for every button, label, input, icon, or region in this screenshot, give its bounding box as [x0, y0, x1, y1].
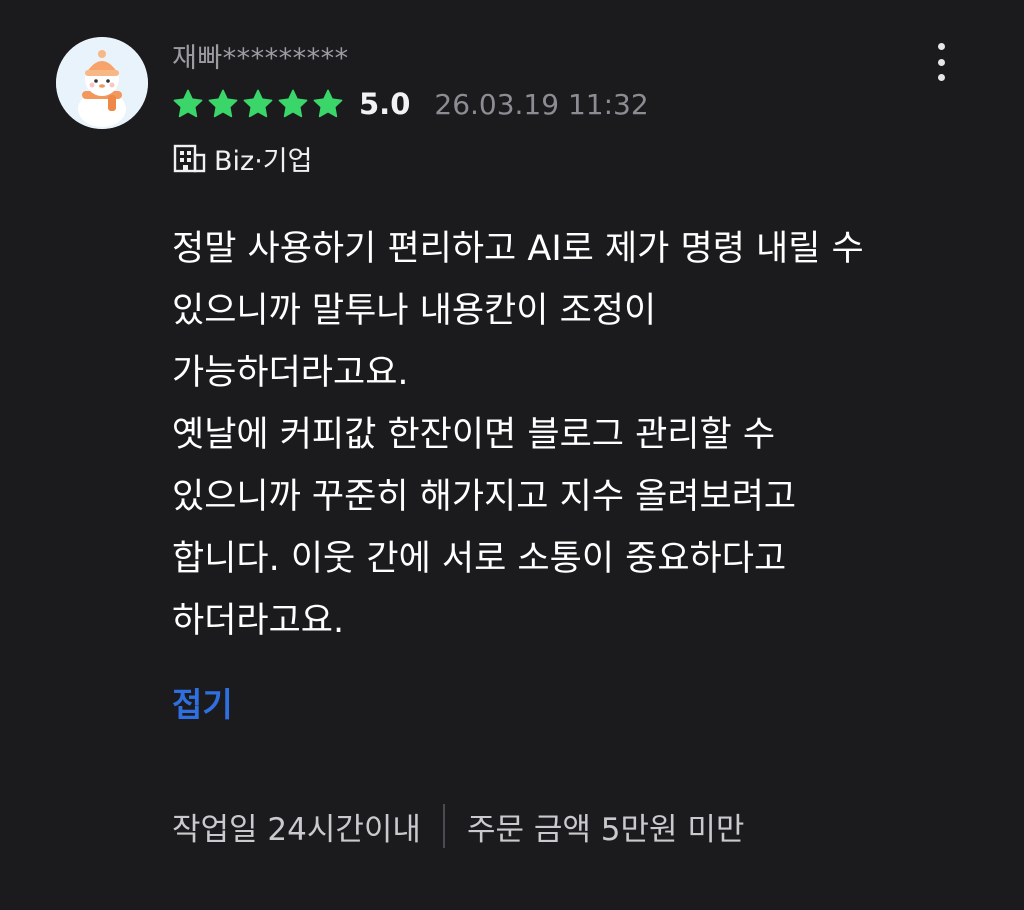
order-amount: 주문 금액 5만원 미만 [466, 811, 745, 848]
review-line: 정말 사용하기 편리하고 AI로 제가 명령 내릴 수 [172, 229, 864, 269]
business-badge: Biz·기업 [172, 138, 312, 178]
more-vertical-icon [937, 43, 945, 50]
more-vertical-icon [937, 74, 945, 81]
star-rating [172, 88, 347, 120]
review-line: 하더라고요. [172, 601, 345, 641]
review-date: 26.03.19 11:32 [434, 87, 649, 121]
review-line: 옛날에 커피값 한잔이면 블로그 관리할 수 [172, 415, 776, 455]
order-meta: 작업일 24시간이내 주문 금액 5만원 미만 [172, 800, 744, 852]
star-icon [173, 89, 203, 118]
star-icon [278, 89, 308, 118]
snowman-avatar-icon [56, 37, 148, 129]
collapse-button[interactable]: 접기 [172, 678, 233, 726]
review-line: 합니다. 이웃 간에 서로 소통이 중요하다고 [172, 539, 787, 579]
star-icon [313, 89, 343, 118]
review-line: 있으니까 꾸준히 해가지고 지수 올려보려고 [172, 477, 797, 517]
rating-score: 5.0 [359, 87, 411, 121]
building-icon [173, 144, 206, 173]
meta-divider [442, 804, 445, 848]
reviewer-avatar [56, 37, 148, 129]
reviewer-name: 재빠********* [172, 43, 349, 74]
more-vertical-icon [937, 58, 945, 66]
work-period: 작업일 24시간이내 [172, 811, 421, 848]
star-icon [208, 89, 238, 118]
rating-row: 5.0 26.03.19 11:32 [172, 84, 649, 124]
review-text: 정말 사용하기 편리하고 AI로 제가 명령 내릴 수 있으니까 말투나 내용칸… [172, 218, 972, 652]
more-options-button[interactable] [924, 40, 958, 84]
review-line: 가능하더라고요. [172, 353, 409, 393]
star-icon [243, 89, 273, 118]
review-line: 있으니까 말투나 내용칸이 조정이 [172, 291, 657, 331]
business-badge-label: Biz·기업 [214, 145, 313, 177]
